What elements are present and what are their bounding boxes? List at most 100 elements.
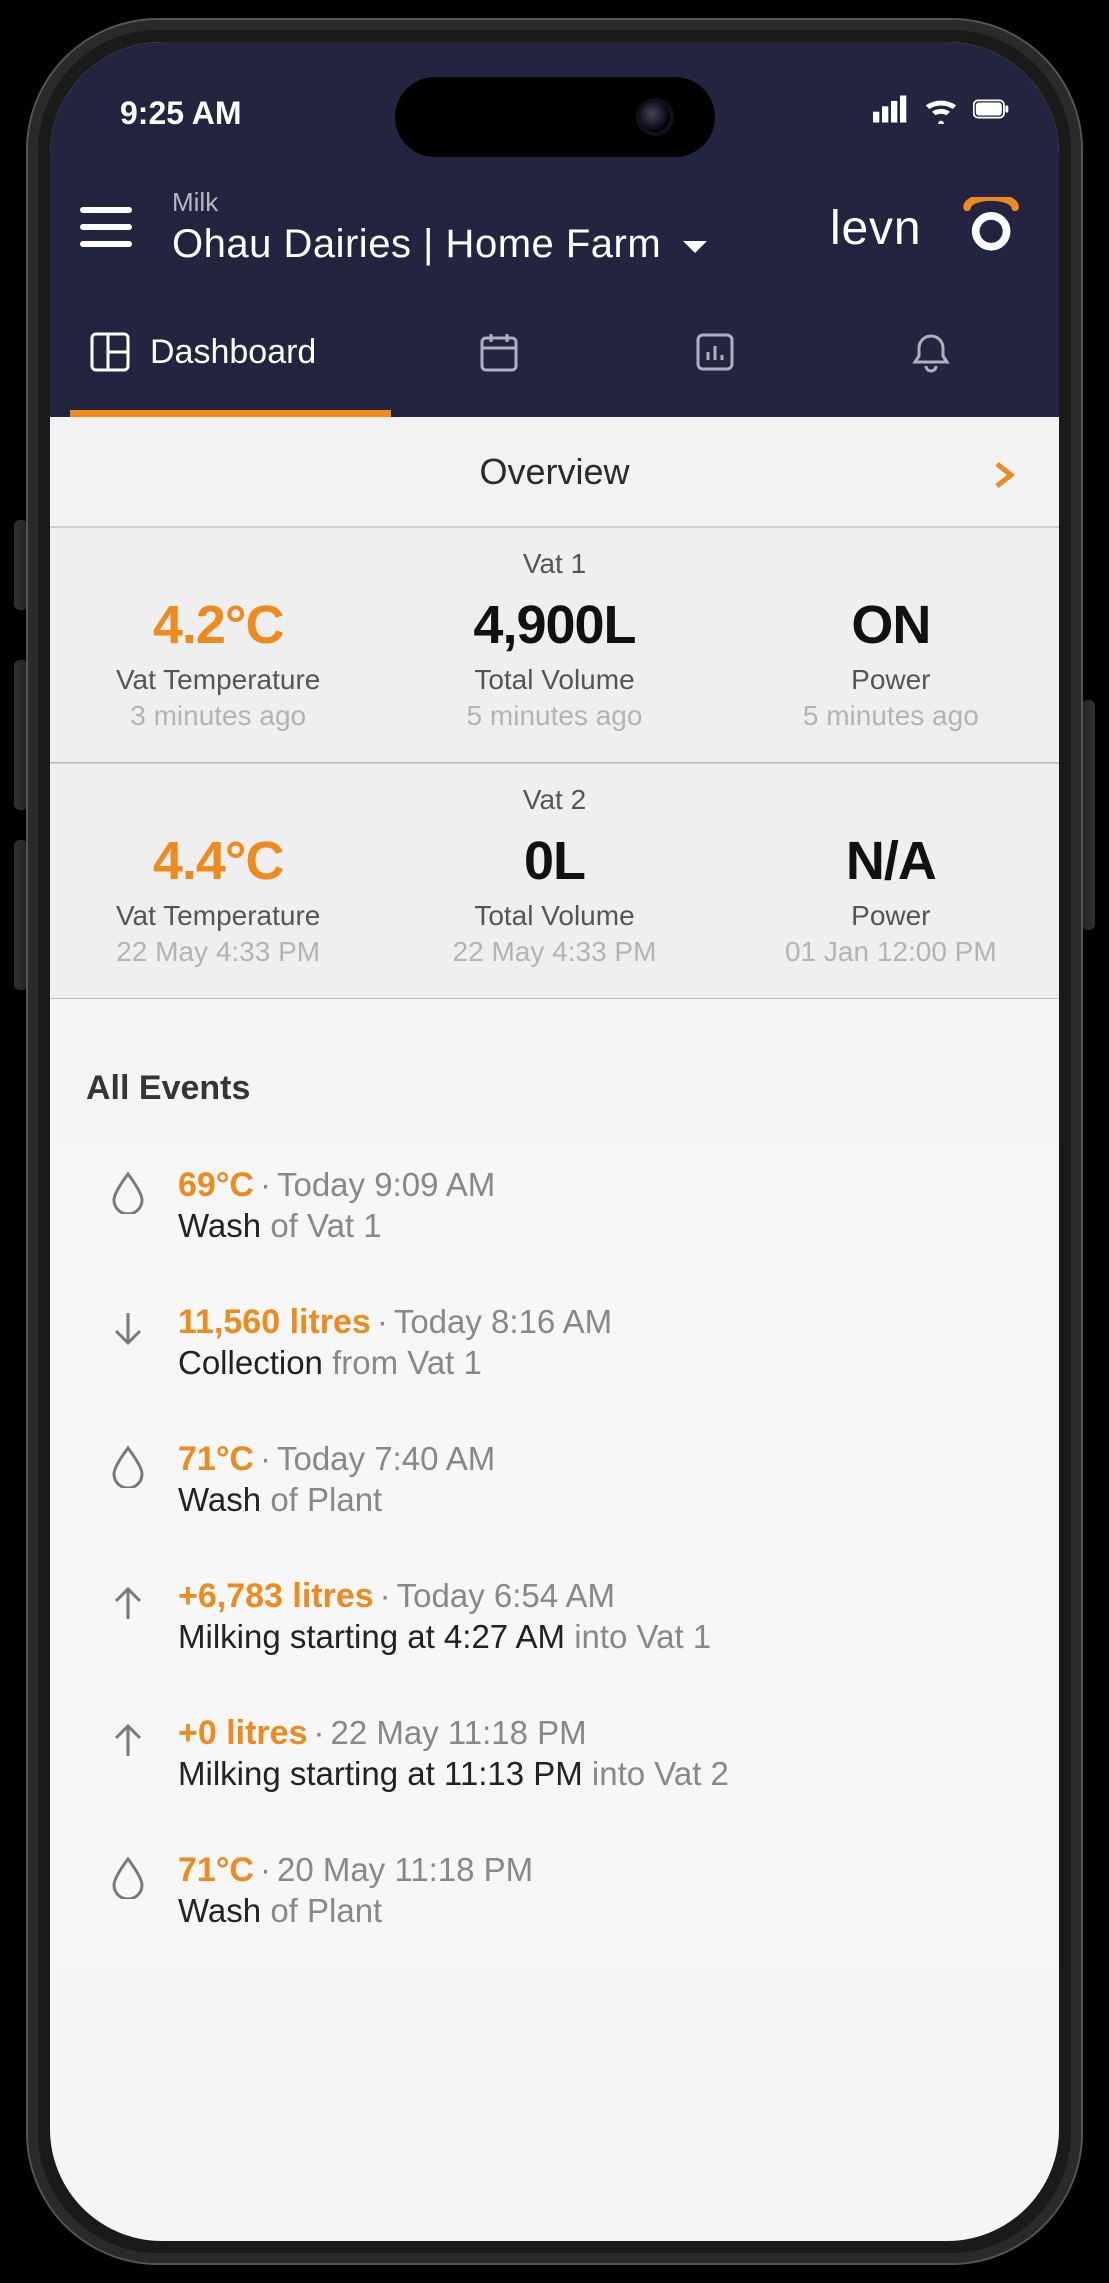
vat-temp-value: 4.2°C [50, 594, 386, 656]
vat-volume-value: 4,900L [386, 594, 722, 656]
event-rest: of Vat 1 [270, 1207, 381, 1244]
phone-frame: 9:25 AM [0, 0, 1109, 2283]
event-line-2: Collection from Vat 1 [178, 1344, 1023, 1382]
side-button [14, 840, 28, 990]
battery-icon [973, 94, 1009, 132]
phone-bezel: 9:25 AM [28, 20, 1081, 2263]
vat-card[interactable]: Vat 2 4.4°C Vat Temperature 22 May 4:33 … [50, 763, 1059, 999]
chevron-down-icon [681, 222, 709, 267]
vat-power-time: 5 minutes ago [723, 700, 1059, 732]
vat-temp-time: 3 minutes ago [50, 700, 386, 732]
event-time: 22 May 11:18 PM [330, 1714, 586, 1751]
event-time: 20 May 11:18 PM [277, 1851, 533, 1888]
event-main: Milking starting at 11:13 PM [178, 1755, 583, 1792]
event-line-1: 69°C·Today 9:09 AM [178, 1166, 1023, 1205]
up-icon [78, 1714, 178, 1762]
event-line-1: 71°C·20 May 11:18 PM [178, 1851, 1023, 1890]
vat-volume-time: 22 May 4:33 PM [386, 936, 722, 968]
overview-heading[interactable]: Overview [50, 417, 1059, 527]
event-main: Wash [178, 1892, 261, 1929]
vat-power-value: N/A [723, 830, 1059, 892]
event-time: Today 8:16 AM [394, 1303, 612, 1340]
event-rest: into Vat 2 [592, 1755, 729, 1792]
logo: levn [830, 197, 1019, 257]
side-button [14, 520, 28, 610]
side-button [14, 660, 28, 810]
event-value: +6,783 litres [178, 1577, 374, 1615]
vat-volume-time: 5 minutes ago [386, 700, 722, 732]
event-main: Wash [178, 1481, 261, 1518]
event-line-1: 71°C·Today 7:40 AM [178, 1440, 1023, 1479]
event-row[interactable]: 71°C·20 May 11:18 PM Wash of Plant [50, 1833, 1059, 1970]
dynamic-island [395, 77, 715, 157]
drop-icon [78, 1851, 178, 1899]
menu-button[interactable] [80, 207, 132, 247]
event-line-2: Wash of Plant [178, 1481, 1023, 1519]
drop-icon [78, 1166, 178, 1214]
event-line-1: 11,560 litres·Today 8:16 AM [178, 1303, 1023, 1342]
event-rest: of Plant [270, 1892, 382, 1929]
wifi-icon [923, 94, 959, 132]
event-line-1: +0 litres·22 May 11:18 PM [178, 1714, 1023, 1753]
event-row[interactable]: 11,560 litres·Today 8:16 AM Collection f… [50, 1285, 1059, 1422]
farm-name: Ohau Dairies | Home Farm [172, 222, 661, 267]
event-time: Today 7:40 AM [277, 1440, 495, 1477]
app-header: Milk Ohau Dairies | Home Farm levn [50, 142, 1059, 287]
event-row[interactable]: +0 litres·22 May 11:18 PM Milking starti… [50, 1696, 1059, 1833]
all-events-title: All Events [50, 1059, 1059, 1148]
tab-analytics[interactable] [607, 287, 823, 417]
vat-title: Vat 1 [50, 548, 1059, 580]
events-list: 69°C·Today 9:09 AM Wash of Vat 1 11,560 … [50, 1148, 1059, 1970]
tab-dashboard-label: Dashboard [150, 333, 316, 372]
vat-volume-value: 0L [386, 830, 722, 892]
event-row[interactable]: 71°C·Today 7:40 AM Wash of Plant [50, 1422, 1059, 1559]
event-rest: from Vat 1 [332, 1344, 482, 1381]
vat-card[interactable]: Vat 1 4.2°C Vat Temperature 3 minutes ag… [50, 527, 1059, 763]
event-value: +0 litres [178, 1714, 307, 1752]
vat-temp-label: Vat Temperature [50, 900, 386, 932]
event-rest: into Vat 1 [574, 1618, 711, 1655]
chevron-right-icon [989, 457, 1019, 487]
event-value: 11,560 litres [178, 1303, 371, 1341]
down-icon [78, 1303, 178, 1351]
tab-dashboard[interactable]: Dashboard [70, 287, 391, 417]
tab-bar: Dashboard [50, 287, 1059, 417]
svg-text:levn: levn [830, 202, 921, 255]
status-time: 9:25 AM [120, 95, 242, 132]
vat-power-value: ON [723, 594, 1059, 656]
event-line-2: Milking starting at 11:13 PM into Vat 2 [178, 1755, 1023, 1793]
phone-screen: 9:25 AM [50, 42, 1059, 2241]
vat-volume-label: Total Volume [386, 900, 722, 932]
farm-selector[interactable]: Milk Ohau Dairies | Home Farm [172, 187, 790, 267]
event-rest: of Plant [270, 1481, 382, 1518]
event-value: 69°C [178, 1166, 254, 1204]
up-icon [78, 1577, 178, 1625]
vat-temp-time: 22 May 4:33 PM [50, 936, 386, 968]
event-line-2: Wash of Vat 1 [178, 1207, 1023, 1245]
vat-volume-label: Total Volume [386, 664, 722, 696]
event-main: Wash [178, 1207, 261, 1244]
event-value: 71°C [178, 1440, 254, 1478]
vat-power-time: 01 Jan 12:00 PM [723, 936, 1059, 968]
vat-power-label: Power [723, 664, 1059, 696]
tab-calendar[interactable] [391, 287, 607, 417]
tab-alerts[interactable] [823, 287, 1039, 417]
overview-label: Overview [479, 451, 629, 493]
event-time: Today 6:54 AM [397, 1577, 615, 1614]
cellular-icon [873, 94, 909, 132]
event-value: 71°C [178, 1851, 254, 1889]
event-line-1: +6,783 litres·Today 6:54 AM [178, 1577, 1023, 1616]
spacer [50, 999, 1059, 1059]
farm-category: Milk [172, 187, 790, 218]
event-line-2: Wash of Plant [178, 1892, 1023, 1930]
event-time: Today 9:09 AM [277, 1166, 495, 1203]
event-main: Collection [178, 1344, 323, 1381]
event-row[interactable]: 69°C·Today 9:09 AM Wash of Vat 1 [50, 1148, 1059, 1285]
event-main: Milking starting at 4:27 AM [178, 1618, 565, 1655]
drop-icon [78, 1440, 178, 1488]
vat-temp-label: Vat Temperature [50, 664, 386, 696]
vat-power-label: Power [723, 900, 1059, 932]
event-row[interactable]: +6,783 litres·Today 6:54 AM Milking star… [50, 1559, 1059, 1696]
vat-temp-value: 4.4°C [50, 830, 386, 892]
side-button [1081, 700, 1095, 930]
